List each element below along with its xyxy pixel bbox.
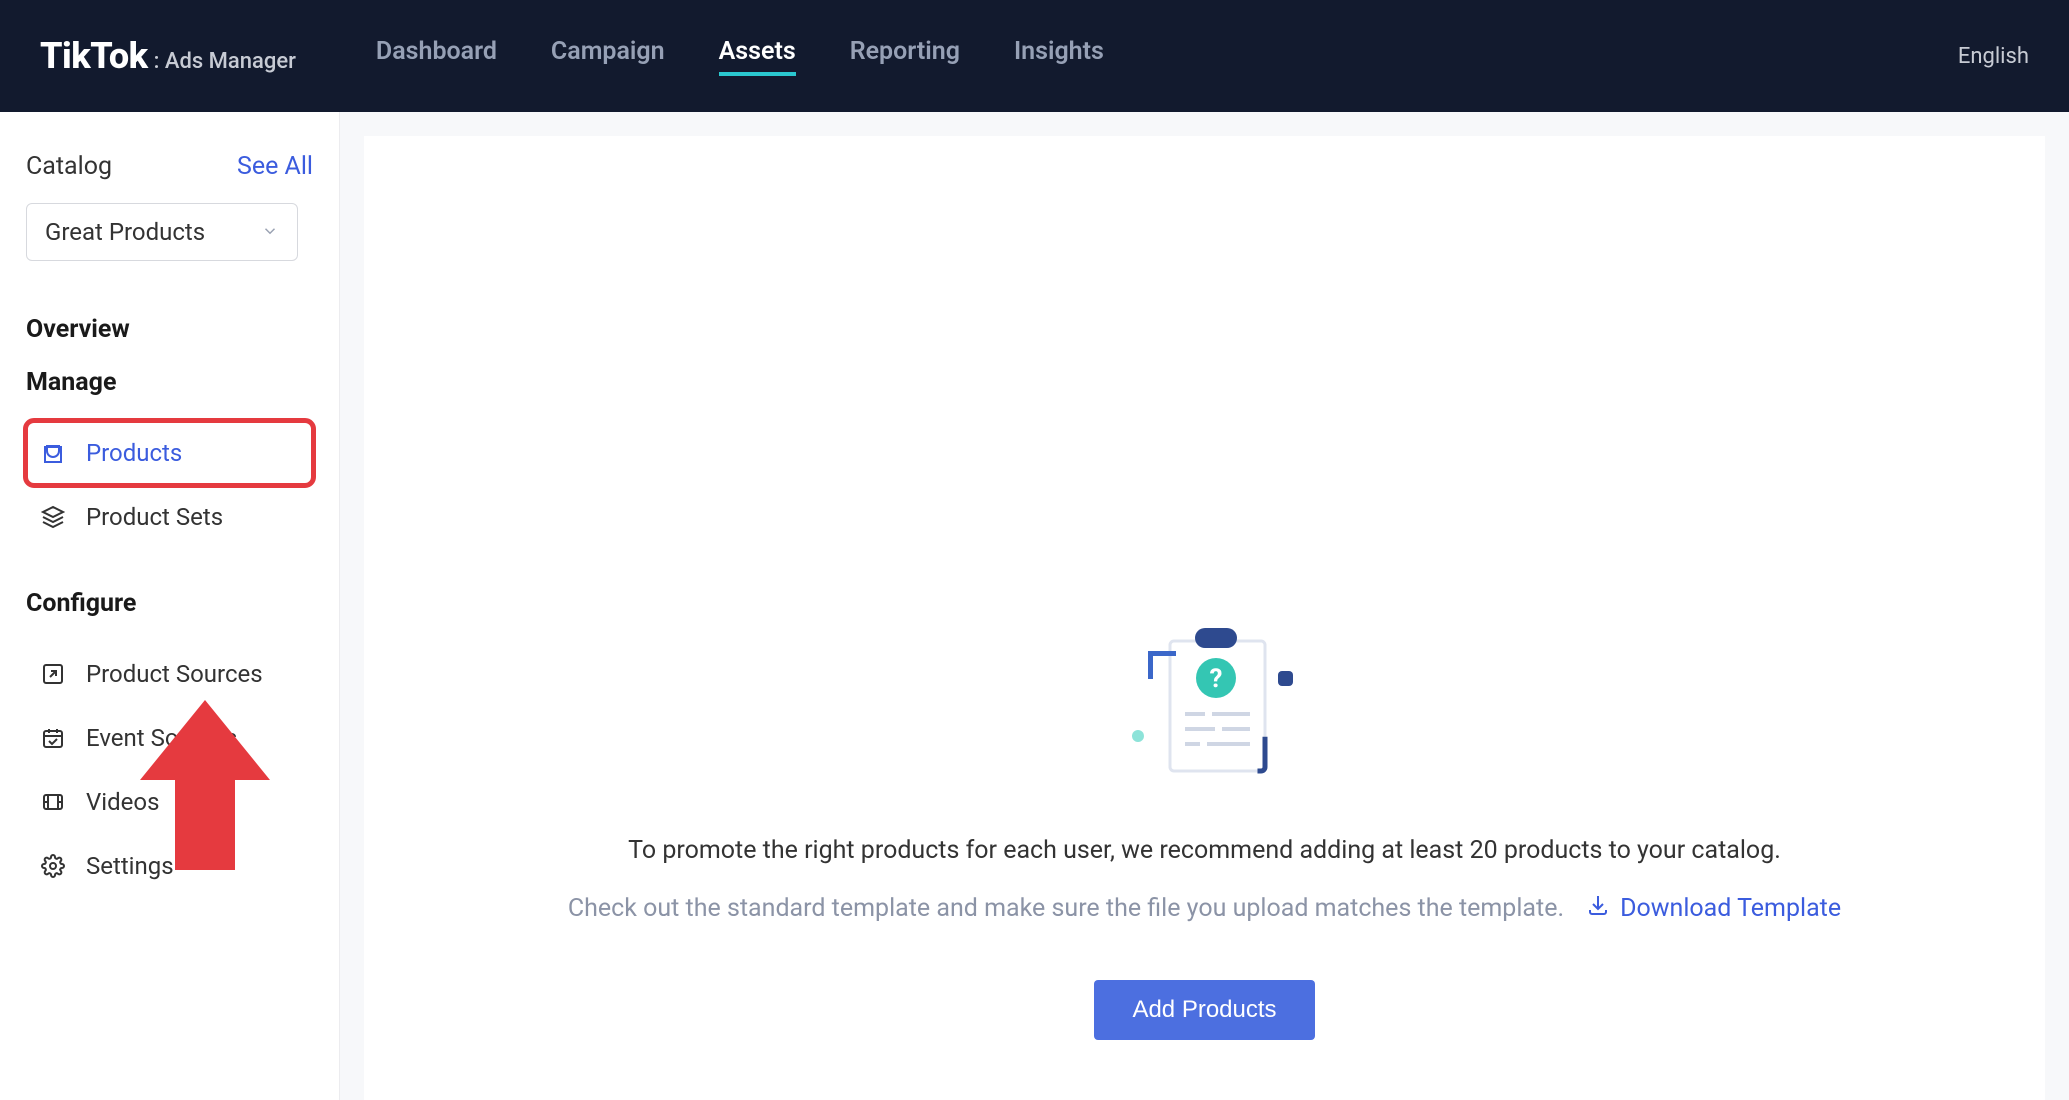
tab-insights[interactable]: Insights <box>1014 37 1104 76</box>
sidebar-item-label: Videos <box>86 788 159 816</box>
sidebar-item-products[interactable]: Products <box>26 421 313 485</box>
sidebar-item-settings[interactable]: Settings <box>26 834 313 898</box>
add-products-button[interactable]: Add Products <box>1094 980 1314 1040</box>
layers-icon <box>40 504 66 530</box>
sidebar-item-label: Products <box>86 439 182 467</box>
empty-state-subtitle: Check out the standard template and make… <box>568 894 1564 923</box>
chevron-down-icon <box>261 218 279 246</box>
top-nav: TikTok : Ads Manager Dashboard Campaign … <box>0 0 2069 112</box>
gear-icon <box>40 853 66 879</box>
sidebar-item-label: Event Sources <box>86 724 237 752</box>
catalog-dropdown[interactable]: Great Products <box>26 203 298 261</box>
catalog-label: Catalog <box>26 152 112 181</box>
brand-logo: TikTok <box>40 35 148 77</box>
sidebar-heading-configure: Configure <box>26 589 313 618</box>
sidebar-heading-overview[interactable]: Overview <box>26 315 313 344</box>
tab-dashboard[interactable]: Dashboard <box>376 37 497 76</box>
sidebar-item-product-sets[interactable]: Product Sets <box>26 485 313 549</box>
brand: TikTok : Ads Manager <box>40 35 296 77</box>
download-icon <box>1586 893 1610 924</box>
tab-campaign[interactable]: Campaign <box>551 37 665 76</box>
sidebar-item-label: Settings <box>86 852 174 880</box>
sidebar-item-label: Product Sets <box>86 503 223 531</box>
sidebar: Catalog See All Great Products Overview … <box>0 112 340 1100</box>
empty-state-illustration: ? <box>1100 616 1310 796</box>
svg-text:?: ? <box>1209 664 1222 694</box>
see-all-link[interactable]: See All <box>237 152 313 181</box>
sidebar-item-event-sources[interactable]: Event Sources <box>26 706 313 770</box>
catalog-selected-value: Great Products <box>45 218 205 246</box>
language-selector[interactable]: English <box>1958 44 2029 69</box>
calendar-icon <box>40 725 66 751</box>
video-icon <box>40 789 66 815</box>
nav-tabs: Dashboard Campaign Assets Reporting Insi… <box>376 37 1104 76</box>
sidebar-item-label: Product Sources <box>86 660 263 688</box>
sidebar-item-videos[interactable]: Videos <box>26 770 313 834</box>
shopping-bag-icon <box>40 440 66 466</box>
brand-sub: : Ads Manager <box>154 49 296 74</box>
tab-assets[interactable]: Assets <box>719 37 796 76</box>
link-icon <box>40 661 66 687</box>
empty-state-title: To promote the right products for each u… <box>628 836 1781 865</box>
download-template-label: Download Template <box>1620 894 1841 923</box>
tab-reporting[interactable]: Reporting <box>850 37 960 76</box>
download-template-link[interactable]: Download Template <box>1586 893 1841 924</box>
empty-state-subtitle-row: Check out the standard template and make… <box>568 893 1841 924</box>
sidebar-heading-manage: Manage <box>26 368 313 397</box>
main-panel: ? To promote the right products for each… <box>364 136 2045 1100</box>
sidebar-item-product-sources[interactable]: Product Sources <box>26 642 313 706</box>
